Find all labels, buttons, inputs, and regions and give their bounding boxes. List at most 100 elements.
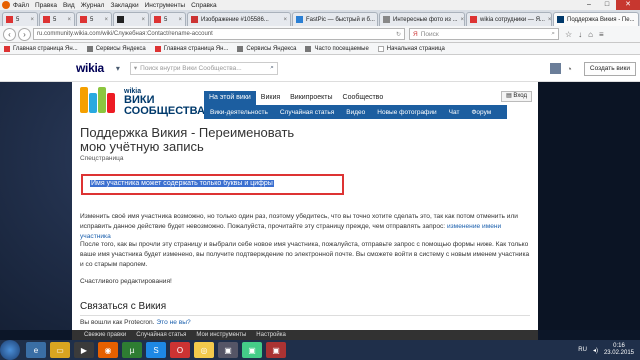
dropdown-icon[interactable]: ▾ [134, 64, 137, 72]
tab-image[interactable]: Изображение #105586... × [187, 12, 291, 26]
start-button[interactable] [0, 340, 20, 360]
community-logo[interactable]: wikia ВИКИ СООБЩЕСТВА [80, 87, 205, 117]
wikia-icon [557, 16, 564, 23]
tab-fastpic[interactable]: FastPic — быстрый и б...× [292, 12, 378, 26]
address-bar[interactable]: ru.community.wikia.com/wiki/Служебная:Co… [33, 28, 405, 40]
menu-view[interactable]: Вид [63, 2, 75, 9]
bookmark-label: Часто посещаемые [314, 45, 369, 52]
minimize-button[interactable]: – [580, 0, 598, 10]
wiki-subnav: Вики-деятельность Случайная статья Видео… [204, 105, 507, 119]
close-tab-icon[interactable]: × [545, 17, 551, 23]
url-text: ru.community.wikia.com/wiki/Служебная:Co… [37, 31, 213, 37]
toolbar-my-tools[interactable]: Мои инструменты [196, 332, 246, 338]
browser-search-input[interactable]: Я Поиск ⌕ [409, 28, 559, 40]
app-icon-2[interactable]: ▣ [242, 342, 262, 358]
tab-yandex-1[interactable]: 5 × [2, 12, 38, 26]
close-tab-icon[interactable]: × [175, 17, 182, 23]
subnav-activity[interactable]: Вики-деятельность [210, 109, 268, 116]
explorer-icon[interactable]: ▭ [50, 342, 70, 358]
tab-community[interactable]: Сообщество [338, 91, 389, 105]
wikia-toolbar: Свежие правки Случайная статья Мои инстр… [72, 330, 538, 340]
login-button[interactable]: ▤ Вход [501, 91, 532, 102]
bookmark-item[interactable]: Главная страница Ян... [154, 45, 228, 52]
subnav-video[interactable]: Видео [346, 109, 365, 116]
not-you-link[interactable]: Это не вы? [156, 319, 190, 326]
forward-icon[interactable]: › [18, 27, 31, 41]
tab-wikia[interactable]: Викия [256, 91, 285, 105]
ie-icon[interactable]: e [26, 342, 46, 358]
toolbar-random-page[interactable]: Случайная статья [136, 332, 186, 338]
tab-yandex-3[interactable]: 5 × [76, 12, 112, 26]
bookmark-label: Сервисы Яндекса [95, 45, 146, 52]
back-icon[interactable]: ‹ [3, 27, 16, 41]
toolbar-customize[interactable]: Настройка [256, 332, 286, 338]
search-icon[interactable]: ⌕ [270, 64, 274, 72]
close-tab-icon[interactable]: × [458, 17, 464, 23]
tab-nh[interactable]: × [113, 12, 149, 26]
subnav-chat[interactable]: Чат [449, 109, 460, 116]
close-tab-icon[interactable]: × [101, 17, 108, 23]
tab-strip: 5 × 5 × 5 × × 5 × Изображение #105586... × Fa… [0, 10, 640, 26]
close-tab-icon[interactable]: × [635, 17, 639, 23]
close-tab-icon[interactable]: × [280, 17, 287, 23]
tab-wikia-support[interactable]: Поддержка Викия - Пе...× [553, 12, 639, 26]
menu-file[interactable]: Файл [13, 2, 29, 9]
skype-icon[interactable]: S [146, 342, 166, 358]
tab-wikiprojects[interactable]: Википроекты [285, 91, 337, 105]
login-label: Вход [513, 93, 527, 99]
bookmark-item[interactable]: Сервисы Яндекса [86, 45, 146, 52]
tab-on-this-wiki[interactable]: На этой вики [204, 91, 256, 105]
tab-label: Поддержка Викия - Пе... [567, 16, 635, 23]
bookmark-item[interactable]: Сервисы Яндекса [237, 45, 296, 52]
page-title: Поддержка Викия - Переименовать мою учётн… [80, 126, 532, 154]
firefox-icon[interactable]: ◉ [98, 342, 118, 358]
tab-yandex-2[interactable]: 5 × [39, 12, 75, 26]
clock[interactable]: 0:16 23.02.2015 [604, 343, 634, 357]
close-tab-icon[interactable]: × [64, 17, 71, 23]
wikia-logo[interactable]: wikia [76, 61, 104, 75]
tab-label: 5 [53, 16, 57, 23]
utorrent-icon[interactable]: µ [122, 342, 142, 358]
media-icon[interactable]: ▶ [74, 342, 94, 358]
image-icon [191, 16, 198, 23]
create-wiki-button[interactable]: Создать вики [583, 61, 636, 76]
app-icon[interactable]: ▣ [218, 342, 238, 358]
menu-tools[interactable]: Инструменты [145, 2, 186, 9]
bookmark-item[interactable]: Главная страница Ян... [4, 45, 78, 52]
subnav-forum[interactable]: Форум [471, 109, 491, 116]
notifications-icon[interactable]: ◔ [566, 64, 571, 74]
subnav-random[interactable]: Случайная статья [280, 109, 334, 116]
close-window-button[interactable]: ✕ [616, 0, 640, 10]
menu-icon[interactable]: ≡ [599, 30, 604, 39]
download-icon[interactable]: ↓ [578, 30, 582, 39]
volume-icon[interactable]: ◂) [593, 347, 598, 354]
yandex-icon [4, 45, 10, 52]
wikia-search-input[interactable]: ▾ Поиск внутри Вики Сообщества... ⌕ [129, 61, 278, 75]
tab-yandex-4[interactable]: 5 × [150, 12, 186, 26]
close-tab-icon[interactable]: × [138, 17, 145, 23]
bookmark-item[interactable]: Начальная страница [377, 45, 445, 52]
close-tab-icon[interactable]: × [27, 17, 34, 23]
menu-help[interactable]: Справка [191, 2, 217, 9]
menu-bookmarks[interactable]: Закладки [110, 2, 138, 9]
explore-icon[interactable]: ▾ [116, 64, 120, 73]
language-indicator[interactable]: RU [578, 347, 587, 353]
maximize-button[interactable]: □ [598, 0, 616, 10]
menu-edit[interactable]: Правка [35, 2, 57, 9]
app-icon-3[interactable]: ▣ [266, 342, 286, 358]
chrome-icon[interactable]: ◎ [194, 342, 214, 358]
subnav-new-photos[interactable]: Новые фотографии [377, 109, 436, 116]
menu-history[interactable]: Журнал [81, 2, 105, 9]
tab-wikia-staff[interactable]: wikia сотрудники — Я... × [466, 12, 552, 26]
opera-icon[interactable]: O [170, 342, 190, 358]
reload-icon[interactable]: ↻ [396, 31, 401, 38]
avatar[interactable] [550, 63, 562, 74]
toolbar-recent-changes[interactable]: Свежие правки [84, 332, 126, 338]
close-tab-icon[interactable]: × [375, 17, 377, 23]
bookmark-item[interactable]: Часто посещаемые [305, 45, 369, 52]
home-icon[interactable]: ⌂ [588, 30, 593, 39]
star-icon[interactable]: ☆ [565, 30, 572, 39]
tab-photos[interactable]: Интересные фото из ... × [379, 12, 465, 26]
bookmarks-bar: Главная страница Ян... Сервисы Яндекса Г… [0, 43, 640, 55]
search-icon[interactable]: ⌕ [551, 30, 555, 38]
